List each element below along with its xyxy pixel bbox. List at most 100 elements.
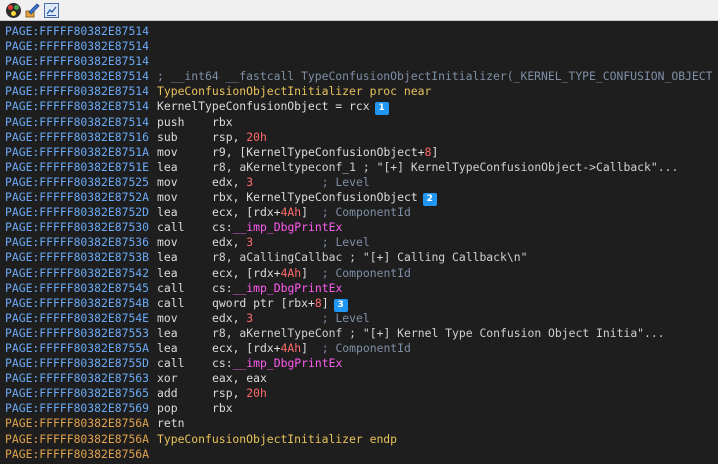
listing-line[interactable]: PAGE:FFFFF80382E87525 mov edx, 3 ; Level (5, 175, 718, 190)
operand-part: rbx (212, 114, 233, 129)
text-view-icon (46, 6, 57, 16)
listing-line[interactable]: PAGE:FFFFF80382E8751E lea r8, aKerneltypec… (5, 160, 718, 175)
proc-declaration: TypeConfusionObjectInitializer proc near (157, 84, 432, 99)
disassembly-listing[interactable]: PAGE:FFFFF80382E87514 PAGE:FFFFF80382E875… (5, 24, 718, 462)
line-address: PAGE:FFFFF80382E87530 (5, 220, 150, 235)
listing-line[interactable]: PAGE:FFFFF80382E87514 ; __int64 __fastcal… (5, 69, 718, 84)
instruction-operands: cs:__imp_DbgPrintEx (212, 220, 342, 235)
instruction-mnemonic: pop (157, 401, 178, 416)
listing-line[interactable]: PAGE:FFFFF80382E87569 pop rbx (5, 401, 718, 416)
listing-line[interactable]: PAGE:FFFFF80382E87553 lea r8, aKernelTypeC… (5, 326, 718, 341)
instruction-mnemonic: call (157, 295, 185, 310)
listing-line[interactable]: PAGE:FFFFF80382E87565 add rsp, 20h (5, 386, 718, 401)
edit-icon (25, 3, 40, 18)
listing-line[interactable]: PAGE:FFFFF80382E8751A mov r9, [KernelTypeC… (5, 145, 718, 160)
toolbar (0, 0, 718, 21)
instruction-mnemonic: mov (157, 310, 178, 325)
operand-part: cs: (212, 220, 233, 235)
listing-line[interactable]: PAGE:FFFFF80382E8754E mov edx, 3 ; Level (5, 311, 718, 326)
import-reference: __imp_DbgPrintEx (232, 356, 343, 371)
line-address: PAGE:FFFFF80382E87525 (5, 174, 150, 189)
listing-line[interactable]: PAGE:FFFFF80382E87563 xor eax, eax (5, 371, 718, 386)
listing-line[interactable]: PAGE:FFFFF80382E8756A TypeConfusionObject… (5, 432, 718, 447)
function-signature-comment: ; __int64 __fastcall TypeConfusionObject… (157, 69, 713, 84)
listing-line[interactable]: PAGE:FFFFF80382E8756A retn (5, 416, 718, 431)
operand-part: rsp, (212, 129, 247, 144)
proc-declaration: TypeConfusionObjectInitializer endp (157, 431, 398, 446)
operand-comment: ; Level (253, 235, 370, 250)
listing-line[interactable]: PAGE:FFFFF80382E87516 sub rsp, 20h (5, 130, 718, 145)
instruction-mnemonic: retn (157, 416, 185, 431)
instruction-mnemonic: lea (157, 325, 178, 340)
instruction-operands: edx, 3 ; Level (212, 235, 370, 250)
line-address: PAGE:FFFFF80382E8752A (5, 190, 150, 205)
instruction-operands: r8, aCallingCallbac ; "[+] Calling Callb… (212, 250, 527, 265)
listing-line[interactable]: PAGE:FFFFF80382E8756A (5, 447, 718, 462)
line-address: PAGE:FFFFF80382E87514 (5, 99, 150, 114)
listing-line[interactable]: PAGE:FFFFF80382E87514 push rbx (5, 115, 718, 130)
operand-part: ecx, [rdx+ (212, 265, 281, 280)
operand-comment: ; Level (253, 174, 370, 189)
instruction-mnemonic: lea (157, 265, 178, 280)
listing-line[interactable]: PAGE:FFFFF80382E8755D call cs:__imp_DbgPri… (5, 356, 718, 371)
listing-line[interactable]: PAGE:FFFFF80382E87514 (5, 24, 718, 39)
line-address: PAGE:FFFFF80382E8755D (5, 356, 150, 371)
edit-button[interactable] (25, 3, 40, 18)
line-address: PAGE:FFFFF80382E8756A (5, 446, 150, 461)
operand-part: rbx, KernelTypeConfusionObject (212, 190, 418, 205)
listing-line[interactable]: PAGE:FFFFF80382E87530 call cs:__imp_DbgPri… (5, 220, 718, 235)
operand-comment: ; ComponentId (308, 340, 411, 355)
operand-part: ] (431, 144, 439, 159)
line-address: PAGE:FFFFF80382E87545 (5, 280, 150, 295)
listing-line[interactable]: PAGE:FFFFF80382E87514 KernelTypeConfusion… (5, 99, 718, 116)
listing-line[interactable]: PAGE:FFFFF80382E87514 (5, 39, 718, 54)
listing-line[interactable]: PAGE:FFFFF80382E87514 TypeConfusionObject… (5, 84, 718, 99)
instruction-operands: rbx, KernelTypeConfusionObject 2 (212, 190, 437, 207)
line-address: PAGE:FFFFF80382E8755A (5, 340, 150, 355)
listing-line[interactable]: PAGE:FFFFF80382E8753B lea r8, aCallingCall… (5, 250, 718, 265)
line-address: PAGE:FFFFF80382E87563 (5, 371, 150, 386)
line-address: PAGE:FFFFF80382E8754B (5, 295, 150, 310)
import-reference: __imp_DbgPrintEx (232, 280, 343, 295)
operand-part: eax, eax (212, 371, 267, 386)
instruction-mnemonic: sub (157, 129, 178, 144)
operand-part: cs: (212, 356, 233, 371)
listing-line[interactable]: PAGE:FFFFF80382E8755A lea ecx, [rdx+4Ah] ;… (5, 341, 718, 356)
disassembly-window: PAGE:FFFFF80382E87514 PAGE:FFFFF80382E875… (0, 0, 718, 464)
instruction-mnemonic: push (157, 114, 185, 129)
operand-part: rsp, (212, 386, 247, 401)
listing-line[interactable]: PAGE:FFFFF80382E8752D lea ecx, [rdx+4Ah] ;… (5, 205, 718, 220)
operand-comment: ; Level (253, 310, 370, 325)
listing-line[interactable]: PAGE:FFFFF80382E87536 mov edx, 3 ; Level (5, 235, 718, 250)
listing-line[interactable]: PAGE:FFFFF80382E87545 call cs:__imp_DbgPri… (5, 281, 718, 296)
instruction-operands: ecx, [rdx+4Ah] ; ComponentId (212, 266, 411, 281)
annotation-badge: 2 (422, 193, 437, 207)
operand-part: r8, aKernelTypeConf ; "[+] Kernel Type C… (212, 325, 665, 340)
listing-line[interactable]: PAGE:FFFFF80382E87514 (5, 54, 718, 69)
operand-part: 4Ah (280, 265, 302, 280)
line-address: PAGE:FFFFF80382E8753B (5, 250, 150, 265)
instruction-operands: ecx, [rdx+4Ah] ; ComponentId (212, 341, 411, 356)
instruction-operands: qword ptr [rbx+8] 3 (212, 296, 348, 312)
listing-line[interactable]: PAGE:FFFFF80382E87542 lea ecx, [rdx+4Ah] ;… (5, 266, 718, 281)
instruction-mnemonic: call (157, 220, 185, 235)
instruction-mnemonic: lea (157, 340, 178, 355)
annotation-wrap: KernelTypeConfusionObject = rcx1 (157, 99, 389, 116)
instruction-operands: rbx (212, 401, 233, 416)
operand-comment: ; ComponentId (308, 265, 411, 280)
listing-line[interactable]: PAGE:FFFFF80382E8754B call qword ptr [rbx+… (5, 295, 718, 312)
line-address: PAGE:FFFFF80382E8752D (5, 205, 150, 220)
line-address: PAGE:FFFFF80382E87514 (5, 114, 150, 129)
operand-part: r9, [KernelTypeConfusionObject+ (212, 144, 425, 159)
line-address: PAGE:FFFFF80382E87514 (5, 24, 150, 38)
operand-part: ] (301, 265, 309, 280)
graph-view-icon (8, 5, 13, 10)
instruction-operands: eax, eax (212, 371, 267, 386)
text-view-button[interactable] (44, 3, 59, 18)
operand-part: r8, aKerneltypeconf_1 ; "[+] KernelTypeC… (212, 159, 679, 174)
listing-line[interactable]: PAGE:FFFFF80382E8752A mov rbx, KernelTypeC… (5, 190, 718, 207)
instruction-mnemonic: call (157, 280, 185, 295)
line-address: PAGE:FFFFF80382E8756A (5, 431, 150, 446)
graph-view-button[interactable] (6, 3, 21, 18)
instruction-mnemonic: mov (157, 174, 178, 189)
